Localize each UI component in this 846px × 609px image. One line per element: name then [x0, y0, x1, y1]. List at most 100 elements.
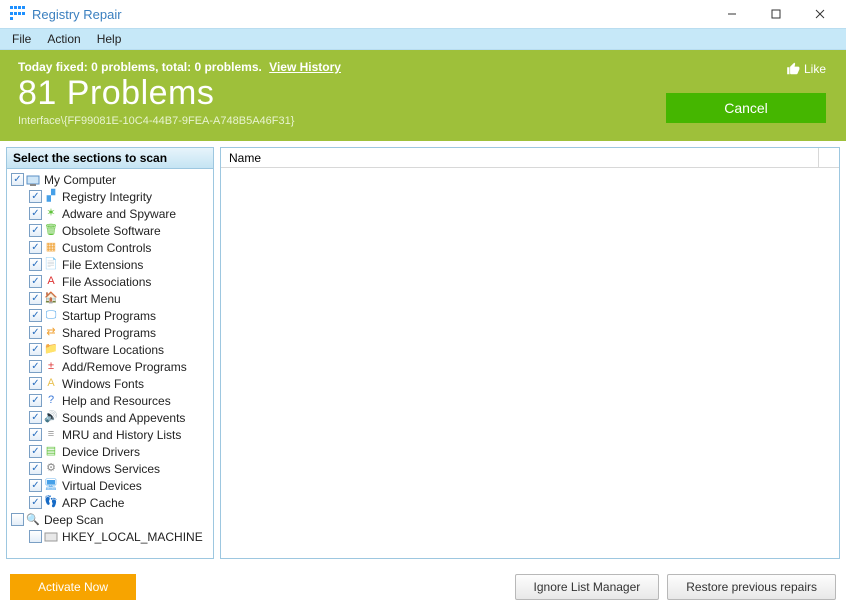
tree-item-virtual-devices-icon: 🖥 [44, 479, 58, 493]
tree-item-windows-fonts-label: Windows Fonts [60, 377, 144, 391]
tree-item-device-drivers-label: Device Drivers [60, 445, 140, 459]
tree-item-arp-cache[interactable]: 👣ARP Cache [7, 494, 213, 511]
checkbox[interactable] [29, 479, 42, 492]
checkbox[interactable] [29, 326, 42, 339]
tree-item-start-menu[interactable]: 🏠Start Menu [7, 290, 213, 307]
footer-bar: Activate Now Ignore List Manager Restore… [0, 565, 846, 609]
tree-item-device-drivers-icon: ▤ [44, 445, 58, 459]
tree-item-sounds-and-appevents[interactable]: 🔊Sounds and Appevents [7, 409, 213, 426]
checkbox[interactable] [29, 360, 42, 373]
tree-root-my-computer-icon [26, 173, 40, 187]
app-icon [10, 6, 26, 22]
sections-pane: Select the sections to scan My Computer▞… [6, 147, 214, 559]
tree-item-startup-programs-icon: 🖵 [44, 309, 58, 323]
checkbox[interactable] [29, 224, 42, 237]
tree-item-shared-programs-icon: ⇄ [44, 326, 58, 340]
close-button[interactable] [798, 0, 842, 28]
status-banner: Today fixed: 0 problems, total: 0 proble… [0, 50, 846, 141]
status-summary: Today fixed: 0 problems, total: 0 proble… [18, 60, 828, 74]
tree-item-shared-programs-label: Shared Programs [60, 326, 156, 340]
tree-item-help-and-resources-label: Help and Resources [60, 394, 171, 408]
tree-item-add-remove-programs[interactable]: ±Add/Remove Programs [7, 358, 213, 375]
tree-item-windows-fonts[interactable]: AWindows Fonts [7, 375, 213, 392]
tree-deep-scan[interactable]: 🔍Deep Scan [7, 511, 213, 528]
checkbox[interactable] [29, 394, 42, 407]
like-label: Like [804, 62, 826, 76]
tree-item-mru-and-history-lists[interactable]: ≡MRU and History Lists [7, 426, 213, 443]
menu-action[interactable]: Action [39, 30, 88, 48]
tree-item-obsolete-software[interactable]: 🗑Obsolete Software [7, 222, 213, 239]
tree-item-add-remove-programs-label: Add/Remove Programs [60, 360, 187, 374]
checkbox[interactable] [29, 445, 42, 458]
cancel-button[interactable]: Cancel [666, 93, 826, 123]
checkbox[interactable] [29, 309, 42, 322]
checkbox[interactable] [29, 428, 42, 441]
tree-item-mru-and-history-lists-label: MRU and History Lists [60, 428, 181, 442]
tree-item-device-drivers[interactable]: ▤Device Drivers [7, 443, 213, 460]
tree-item-help-and-resources[interactable]: ?Help and Resources [7, 392, 213, 409]
results-pane: Name [220, 147, 840, 559]
checkbox[interactable] [29, 411, 42, 424]
checkbox[interactable] [11, 513, 24, 526]
tree-item-obsolete-software-label: Obsolete Software [60, 224, 161, 238]
view-history-link[interactable]: View History [269, 60, 341, 74]
checkbox[interactable] [29, 207, 42, 220]
tree-item-registry-integrity-icon: ▞ [44, 190, 58, 204]
tree-item-file-associations[interactable]: AFile Associations [7, 273, 213, 290]
status-summary-text: Today fixed: 0 problems, total: 0 proble… [18, 60, 262, 74]
checkbox[interactable] [29, 496, 42, 509]
menu-help[interactable]: Help [89, 30, 130, 48]
menu-file[interactable]: File [4, 30, 39, 48]
thumbs-up-icon [786, 62, 800, 76]
checkbox[interactable] [29, 275, 42, 288]
tree-root-my-computer[interactable]: My Computer [7, 171, 213, 188]
tree-item-registry-integrity[interactable]: ▞Registry Integrity [7, 188, 213, 205]
checkbox[interactable] [29, 190, 42, 203]
tree-item-file-extensions[interactable]: 📄File Extensions [7, 256, 213, 273]
like-button[interactable]: Like [786, 62, 826, 76]
tree-item-virtual-devices[interactable]: 🖥Virtual Devices [7, 477, 213, 494]
tree-hkey-local-machine[interactable]: HKEY_LOCAL_MACHINE [7, 528, 213, 545]
checkbox[interactable] [29, 377, 42, 390]
tree-item-file-associations-label: File Associations [60, 275, 151, 289]
tree-item-shared-programs[interactable]: ⇄Shared Programs [7, 324, 213, 341]
results-column-header: Name [221, 148, 839, 168]
tree-hkey-local-machine-icon [44, 530, 58, 544]
tree-item-file-extensions-label: File Extensions [60, 258, 143, 272]
tree-item-custom-controls[interactable]: ▦Custom Controls [7, 239, 213, 256]
tree-item-windows-services[interactable]: ⚙Windows Services [7, 460, 213, 477]
tree-item-software-locations[interactable]: 📁Software Locations [7, 341, 213, 358]
sections-tree[interactable]: My Computer▞Registry Integrity✶Adware an… [7, 169, 213, 558]
checkbox[interactable] [29, 241, 42, 254]
minimize-button[interactable] [710, 0, 754, 28]
main-content: Select the sections to scan My Computer▞… [0, 141, 846, 565]
checkbox[interactable] [29, 292, 42, 305]
tree-item-startup-programs[interactable]: 🖵Startup Programs [7, 307, 213, 324]
checkbox[interactable] [29, 530, 42, 543]
tree-item-custom-controls-label: Custom Controls [60, 241, 151, 255]
maximize-button[interactable] [754, 0, 798, 28]
activate-button[interactable]: Activate Now [10, 574, 136, 600]
checkbox[interactable] [29, 462, 42, 475]
tree-item-windows-services-label: Windows Services [60, 462, 160, 476]
tree-item-start-menu-label: Start Menu [60, 292, 121, 306]
tree-item-sounds-and-appevents-icon: 🔊 [44, 411, 58, 425]
ignore-list-button[interactable]: Ignore List Manager [515, 574, 660, 600]
tree-item-file-associations-icon: A [44, 275, 58, 289]
column-name[interactable]: Name [221, 148, 819, 167]
tree-root-my-computer-label: My Computer [42, 173, 116, 187]
tree-item-adware-and-spyware[interactable]: ✶Adware and Spyware [7, 205, 213, 222]
checkbox[interactable] [29, 343, 42, 356]
checkbox[interactable] [11, 173, 24, 186]
tree-item-adware-and-spyware-icon: ✶ [44, 207, 58, 221]
tree-item-software-locations-icon: 📁 [44, 343, 58, 357]
tree-item-arp-cache-label: ARP Cache [60, 496, 124, 510]
restore-repairs-button[interactable]: Restore previous repairs [667, 574, 836, 600]
tree-item-mru-and-history-lists-icon: ≡ [44, 428, 58, 442]
checkbox[interactable] [29, 258, 42, 271]
tree-item-windows-fonts-icon: A [44, 377, 58, 391]
results-list[interactable] [221, 168, 839, 558]
tree-item-adware-and-spyware-label: Adware and Spyware [60, 207, 176, 221]
tree-item-add-remove-programs-icon: ± [44, 360, 58, 374]
tree-item-sounds-and-appevents-label: Sounds and Appevents [60, 411, 185, 425]
